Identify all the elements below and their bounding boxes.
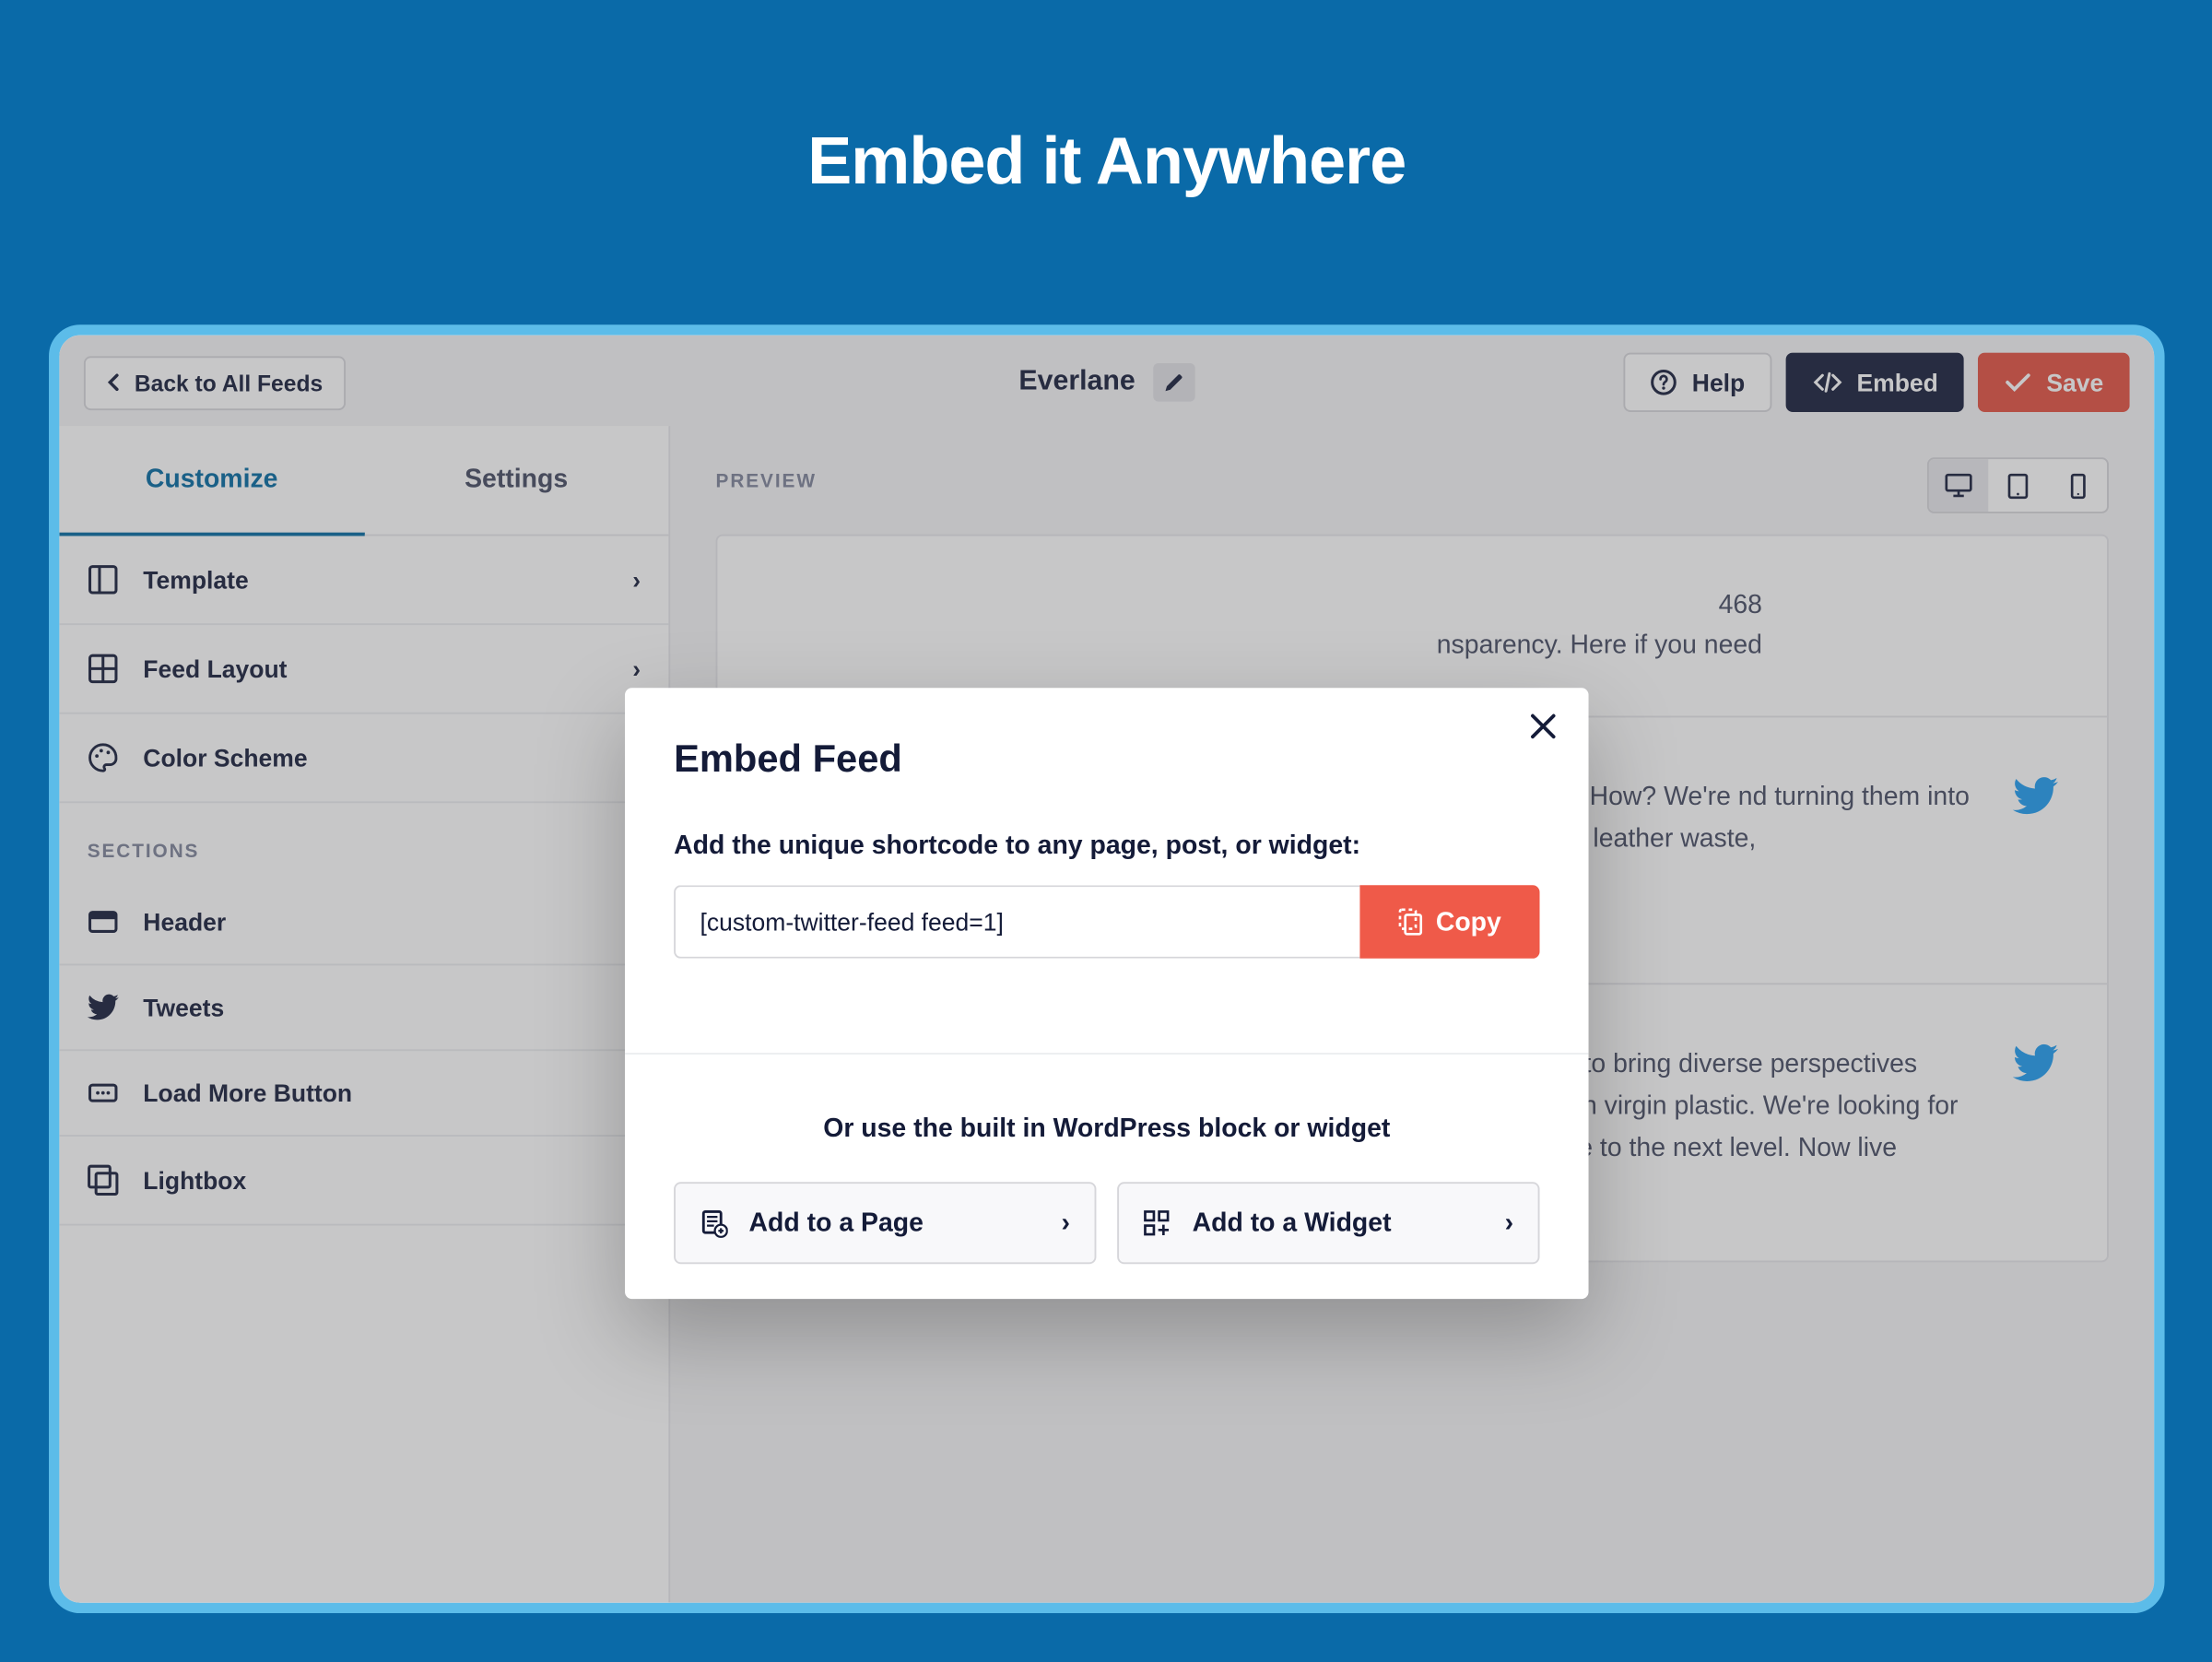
widget-icon — [1144, 1209, 1171, 1237]
embed-feed-modal: Embed Feed Add the unique shortcode to a… — [625, 688, 1588, 1299]
chevron-right-icon: › — [1062, 1208, 1070, 1238]
modal-subtitle: Add the unique shortcode to any page, po… — [674, 831, 1539, 861]
shortcode-input[interactable] — [674, 885, 1359, 959]
page-plus-icon — [700, 1209, 727, 1237]
add-to-widget-button[interactable]: Add to a Widget › — [1117, 1182, 1539, 1264]
add-to-page-label: Add to a Page — [749, 1208, 924, 1238]
copy-label: Copy — [1436, 907, 1501, 937]
copy-button[interactable]: Copy — [1359, 885, 1539, 959]
add-to-page-button[interactable]: Add to a Page › — [674, 1182, 1096, 1264]
app-window: Back to All Feeds Everlane Help Embed — [49, 324, 2165, 1613]
close-icon — [1529, 713, 1557, 740]
modal-or-text: Or use the built in WordPress block or w… — [625, 1053, 1588, 1143]
hero-title: Embed it Anywhere — [0, 0, 2212, 323]
close-button[interactable] — [1529, 713, 1557, 740]
chevron-right-icon: › — [1505, 1208, 1513, 1238]
add-to-widget-label: Add to a Widget — [1193, 1208, 1392, 1238]
modal-title: Embed Feed — [674, 737, 1539, 782]
copy-icon — [1397, 908, 1422, 936]
